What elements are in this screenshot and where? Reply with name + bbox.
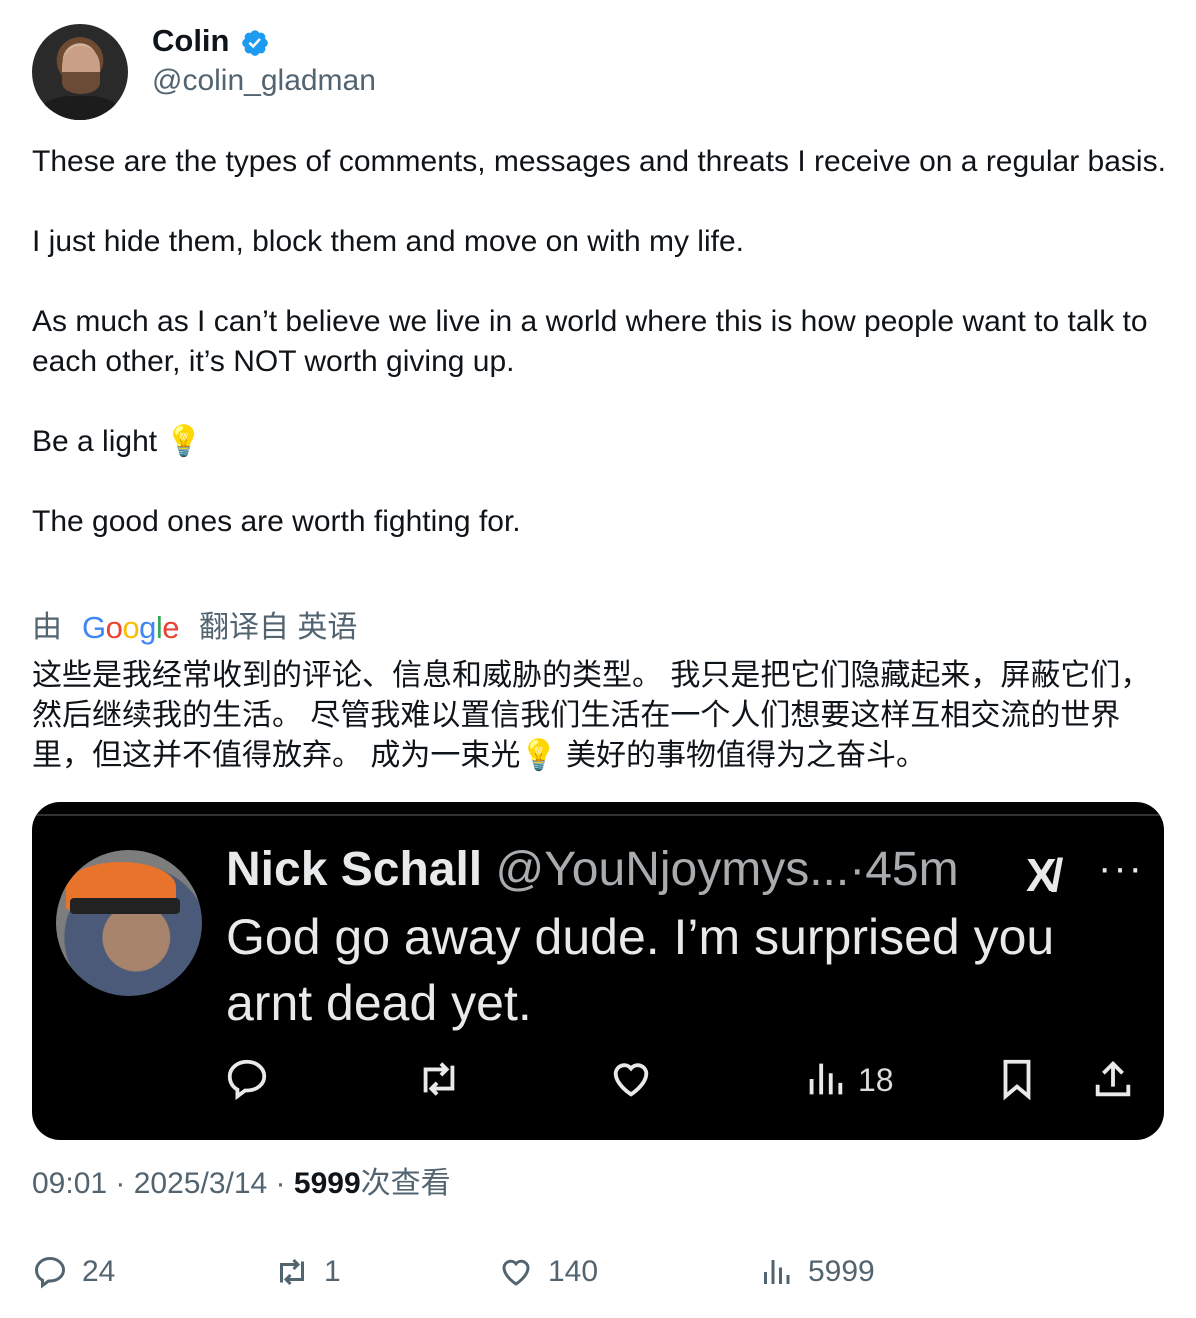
screenshot-handle: @YouNjoymys... [495,843,850,896]
views-button[interactable]: 5999 [758,1250,875,1294]
like-icon [502,1259,530,1286]
tweet-paragraph: As much as I can’t believe we live in a … [32,305,1156,378]
tweet-text: These are the types of comments, message… [32,142,1172,542]
like-button[interactable]: 140 [498,1250,598,1294]
tweet-time[interactable]: 09:01 [32,1167,107,1200]
bookmark-icon [1003,1059,1031,1101]
screenshot-time: 45m [865,843,959,896]
like-count: 140 [548,1255,599,1288]
translated-by-line[interactable]: 由 Google 翻译自 英语 [32,606,357,650]
screenshot-text: God go away dude. I’m surprised you arnt… [226,909,1055,1031]
author-name[interactable]: Colin [152,22,230,60]
engagement-bar: 24 1 140 5999 [0,1250,1196,1296]
views-icon [809,1063,843,1095]
retweet-button[interactable]: 1 [274,1250,341,1294]
author-handle[interactable]: @colin_gladman [152,62,376,100]
attached-image[interactable]: Nick Schall @YouNjoymys...·45m X/ ··· Go… [32,802,1164,1140]
retweet-count: 1 [324,1255,341,1288]
x-logo-icon: X/ [1026,849,1064,901]
screenshot-name: Nick Schall [226,843,483,896]
tweet-paragraph: I just hide them, block them and move on… [32,225,744,258]
reply-count: 24 [82,1255,116,1288]
translated-prefix: 由 [32,611,62,644]
screenshot-header: Nick Schall @YouNjoymys...·45m [226,838,959,902]
views-icon [764,1260,790,1284]
tweet-meta: 09:01 · 2025/3/14 · 5999次查看 [32,1167,451,1200]
retweet-icon [423,1062,455,1096]
views-count: 5999 [293,1167,361,1200]
views-label: 次查看 [360,1167,451,1200]
screenshot-views: 18 [858,1062,894,1098]
reply-icon [34,1256,66,1289]
tweet-paragraph: These are the types of comments, message… [32,145,1166,178]
share-icon [1095,1060,1131,1097]
reply-icon [227,1059,267,1101]
author-avatar[interactable] [32,24,128,120]
screenshot-avatar [56,850,202,996]
tweet-paragraph: The good ones are worth fighting for. [32,505,521,538]
retweet-icon [280,1258,304,1286]
google-logo: Google [82,610,180,645]
translated-suffix: 翻译自 英语 [199,611,358,644]
tweet-paragraph: Be a light 💡 [32,425,203,458]
screenshot-actions: 18 [32,1052,1164,1108]
more-icon: ··· [1098,846,1144,890]
translated-text: 这些是我经常收到的评论、信息和威胁的类型。 我只是把它们隐藏起来，屏蔽它们，然后… [32,659,1151,772]
like-icon [613,1063,649,1097]
reply-button[interactable]: 24 [32,1250,115,1294]
tweet-date[interactable]: 2025/3/14 [134,1167,267,1200]
views-stat-count: 5999 [808,1255,875,1288]
screenshot-separator: · [849,843,866,896]
verified-badge-icon [242,30,268,56]
